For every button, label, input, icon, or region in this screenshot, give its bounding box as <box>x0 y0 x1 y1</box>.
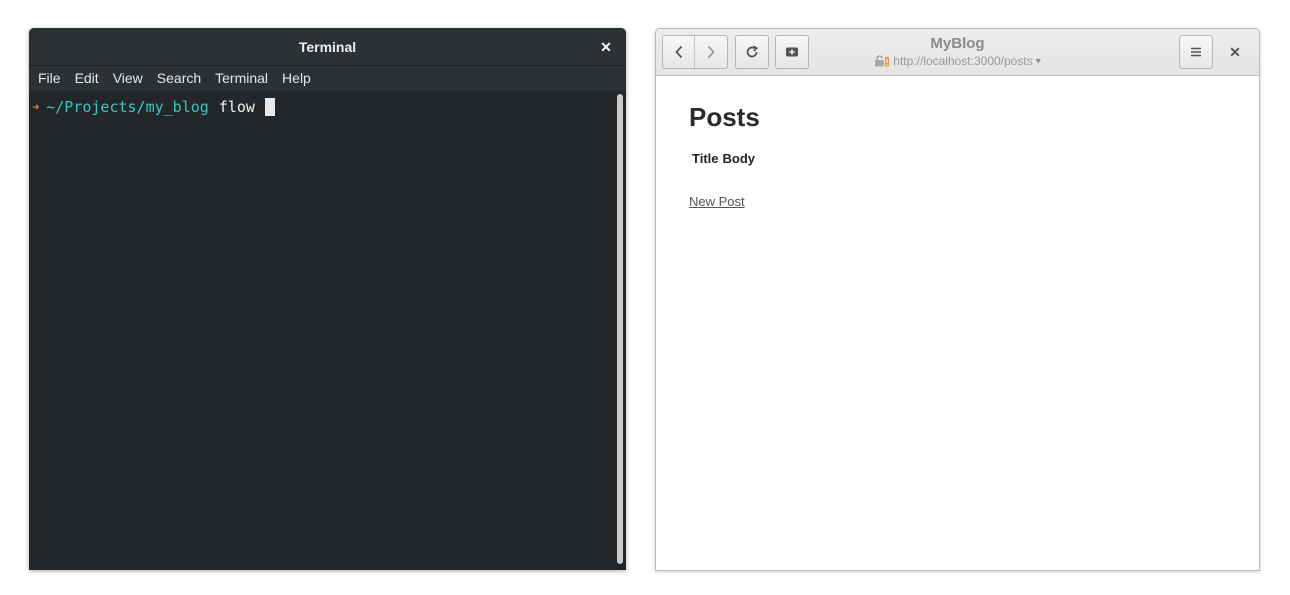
typed-command: flow <box>218 98 255 116</box>
reload-button[interactable] <box>735 35 769 69</box>
new-tab-icon <box>786 47 798 57</box>
new-post-link[interactable]: New Post <box>689 194 745 209</box>
url-text: http://localhost:3000/posts <box>893 54 1033 68</box>
prompt-arrow-icon: ➜ <box>32 100 40 114</box>
browser-window: MyBlog http://localhost:3000/posts ▾ ✕ P… <box>655 28 1260 571</box>
menu-edit[interactable]: Edit <box>68 66 106 91</box>
menu-view[interactable]: View <box>106 66 150 91</box>
chevron-right-icon <box>707 45 715 59</box>
reload-icon <box>746 45 759 58</box>
browser-headerbar: MyBlog http://localhost:3000/posts ▾ ✕ <box>656 29 1259 76</box>
browser-close-icon[interactable]: ✕ <box>1227 44 1243 60</box>
address-area: MyBlog http://localhost:3000/posts ▾ <box>866 35 1049 68</box>
page-content: Posts Title Body New Post <box>656 76 1259 237</box>
back-button[interactable] <box>663 36 696 68</box>
browser-menu-button[interactable] <box>1179 35 1213 69</box>
url-display[interactable]: http://localhost:3000/posts ▾ <box>866 54 1049 68</box>
terminal-titlebar[interactable]: Terminal ✕ <box>29 28 626 66</box>
chevron-left-icon <box>674 45 682 59</box>
menu-search[interactable]: Search <box>150 66 208 91</box>
text-cursor <box>264 98 275 116</box>
hamburger-icon <box>1191 47 1201 57</box>
terminal-menubar: File Edit View Search Terminal Help <box>29 66 626 91</box>
posts-table-header: Title Body <box>692 151 1226 166</box>
prompt-path: ~/Projects/my_blog <box>46 98 209 116</box>
column-header-title: Title <box>692 151 719 166</box>
page-heading: Posts <box>689 102 760 132</box>
menu-terminal[interactable]: Terminal <box>208 66 275 91</box>
column-header-body: Body <box>722 151 756 166</box>
url-dropdown-icon[interactable]: ▾ <box>1036 56 1041 67</box>
new-tab-button[interactable] <box>775 35 809 69</box>
forward-button[interactable] <box>695 36 727 68</box>
terminal-title: Terminal <box>298 38 357 55</box>
prompt-line: ➜ ~/Projects/my_blog flow <box>32 98 275 116</box>
page-tab-title: MyBlog <box>930 35 985 52</box>
terminal-close-icon[interactable]: ✕ <box>598 39 614 55</box>
insecure-lock-icon <box>875 55 890 67</box>
terminal-scrollbar[interactable] <box>617 94 623 564</box>
terminal-body[interactable]: ➜ ~/Projects/my_blog flow <box>29 91 626 570</box>
nav-button-group <box>662 35 728 69</box>
terminal-window: Terminal ✕ File Edit View Search Termina… <box>29 28 626 570</box>
menu-help[interactable]: Help <box>275 66 318 91</box>
menu-file[interactable]: File <box>31 66 68 91</box>
